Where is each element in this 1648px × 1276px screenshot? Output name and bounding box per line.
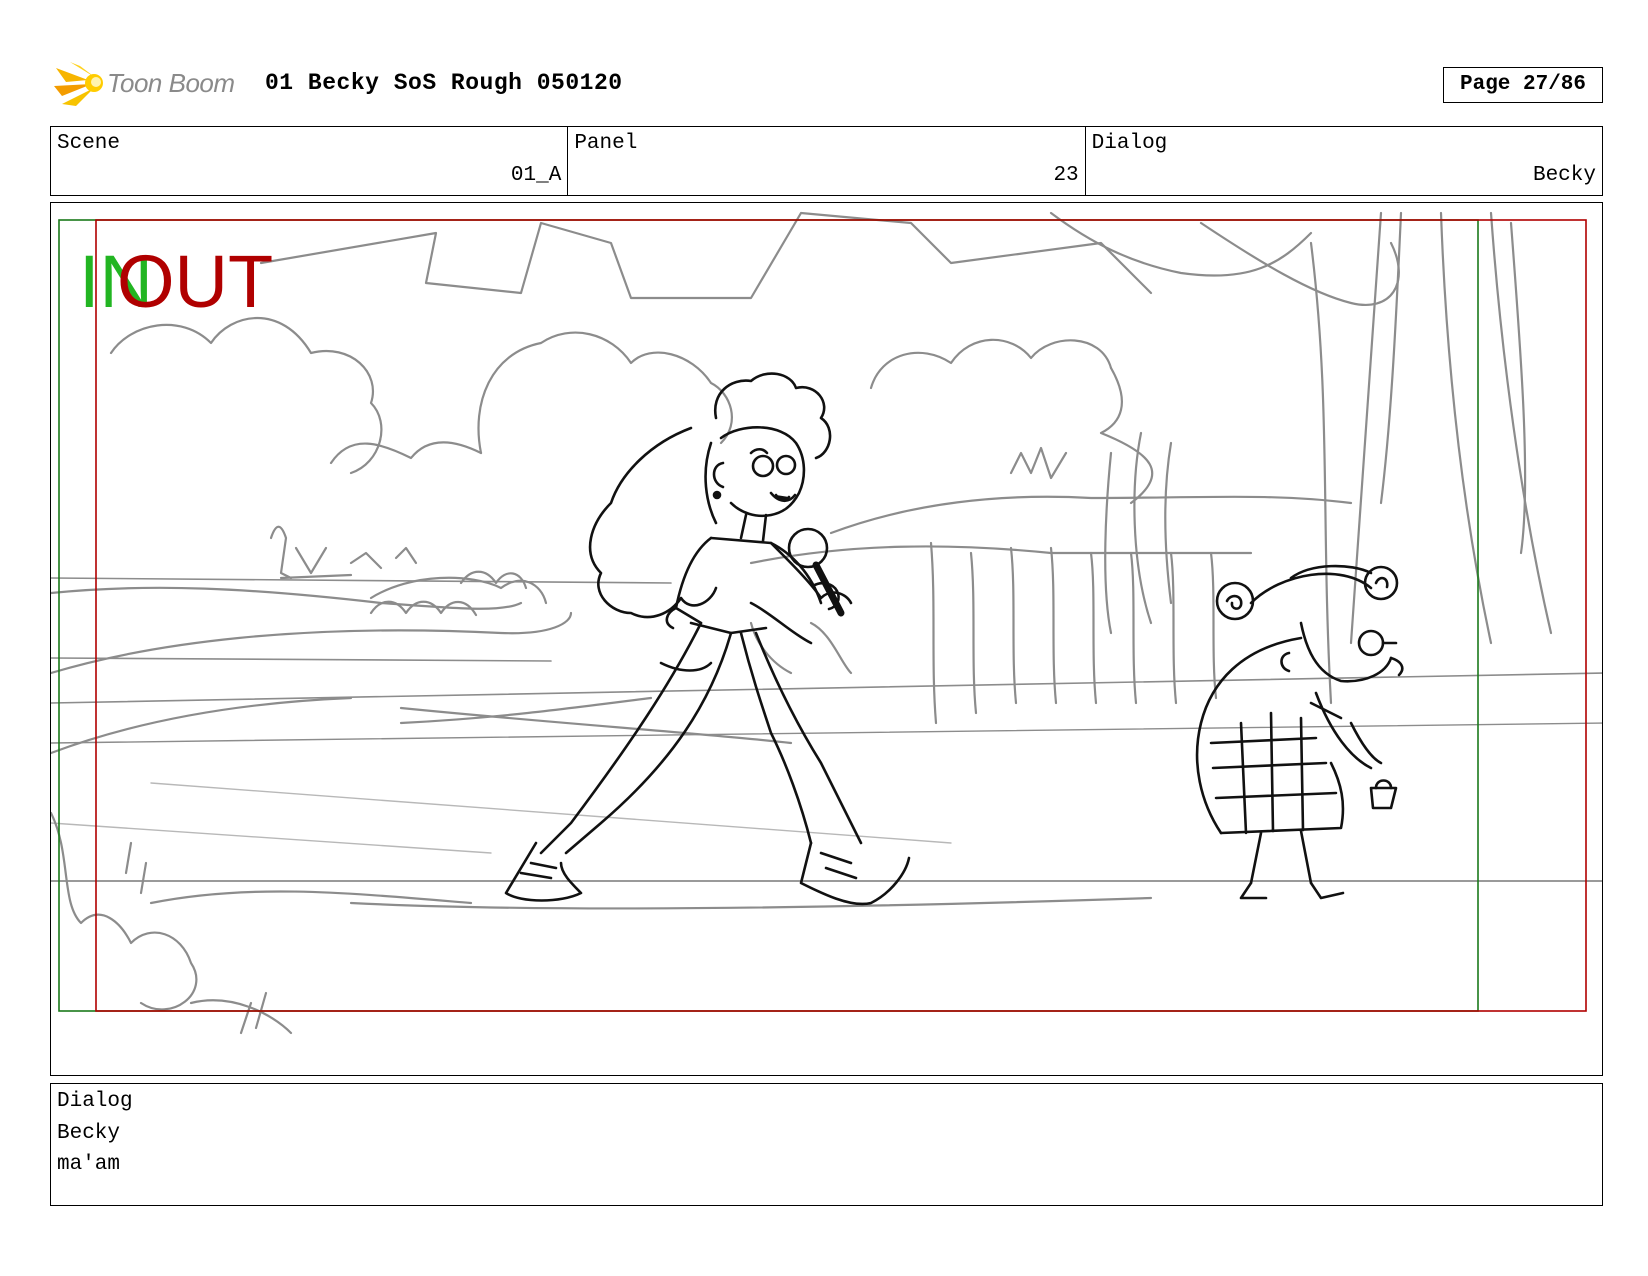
dialog-value: Becky: [1532, 164, 1596, 187]
panel-value: 23: [1053, 164, 1079, 187]
in-out-marker: IN OUT: [79, 245, 319, 325]
scene-cell: Scene 01_A: [51, 127, 569, 195]
dialog-box-label: Dialog: [57, 1090, 133, 1113]
dialog-line: ma'am: [57, 1153, 121, 1176]
page-header: Toon Boom 01 Becky SoS Rough 050120 Page…: [50, 60, 1603, 110]
grandma-character: [1195, 564, 1404, 900]
out-label: OUT: [117, 240, 274, 323]
background-sketch: [51, 211, 1602, 1035]
panel-sketch: [51, 211, 1602, 1035]
dialog-speaker: Becky: [57, 1122, 121, 1145]
storyboard-panel: IN OUT: [50, 202, 1603, 1076]
panel-cell: Panel 23: [568, 127, 1086, 195]
panel-info-row: Scene 01_A Panel 23 Dialog Becky: [50, 126, 1603, 196]
dialog-label: Dialog: [1091, 132, 1168, 155]
logo-text: Toon Boom: [107, 68, 235, 98]
document-title: 01 Becky SoS Rough 050120: [265, 70, 623, 96]
dialog-box: Dialog Becky ma'am: [50, 1083, 1603, 1206]
panel-label: Panel: [574, 132, 638, 155]
scene-label: Scene: [57, 132, 121, 155]
toon-boom-logo: Toon Boom: [52, 60, 248, 110]
starburst-icon: [54, 62, 103, 106]
scene-value: 01_A: [510, 164, 562, 187]
dialog-cell: Dialog Becky: [1086, 127, 1602, 195]
page-number: Page 27/86: [1443, 67, 1603, 103]
